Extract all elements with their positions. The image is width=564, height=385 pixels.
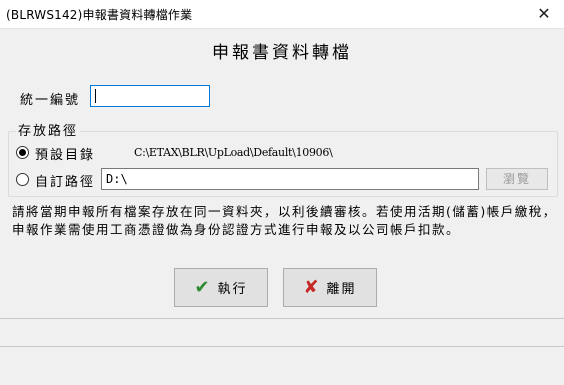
browse-button[interactable]: 瀏覽 (486, 168, 548, 190)
unified-id-label: 統一編號 (20, 93, 81, 108)
custom-path-input[interactable]: D:\ (101, 168, 479, 190)
storage-path-caption: 存放路徑 (16, 120, 81, 139)
leave-label: 離開 (326, 282, 357, 297)
default-dir-label[interactable]: 預設目錄 (35, 144, 95, 163)
x-icon: ✘ (303, 277, 321, 298)
default-path-text: C:\ETAX\BLR\UpLoad\Default\10906\ (134, 146, 333, 159)
title-bar: (BLRWS142)申報書資料轉檔作業 ✕ (0, 0, 564, 29)
execute-label: 執行 (217, 282, 248, 297)
status-bar (0, 346, 564, 385)
unified-id-input[interactable] (90, 85, 210, 107)
custom-path-label[interactable]: 自訂路徑 (35, 171, 95, 190)
divider (0, 318, 564, 319)
close-icon[interactable]: ✕ (530, 2, 558, 26)
leave-button[interactable]: ✘ 離開 (283, 268, 377, 307)
checkmark-icon: ✔ (194, 277, 212, 298)
text-caret (95, 89, 96, 103)
page-title: 申報書資料轉檔 (212, 43, 352, 63)
execute-button[interactable]: ✔ 執行 (174, 268, 268, 307)
window-title: (BLRWS142)申報書資料轉檔作業 (6, 8, 193, 22)
custom-path-radio[interactable] (16, 173, 29, 186)
default-dir-radio[interactable] (16, 146, 29, 159)
notice-text: 請將當期申報所有檔案存放在同一資料夾，以利後續審核。若使用活期(儲蓄)帳戶繳稅，… (12, 204, 557, 237)
